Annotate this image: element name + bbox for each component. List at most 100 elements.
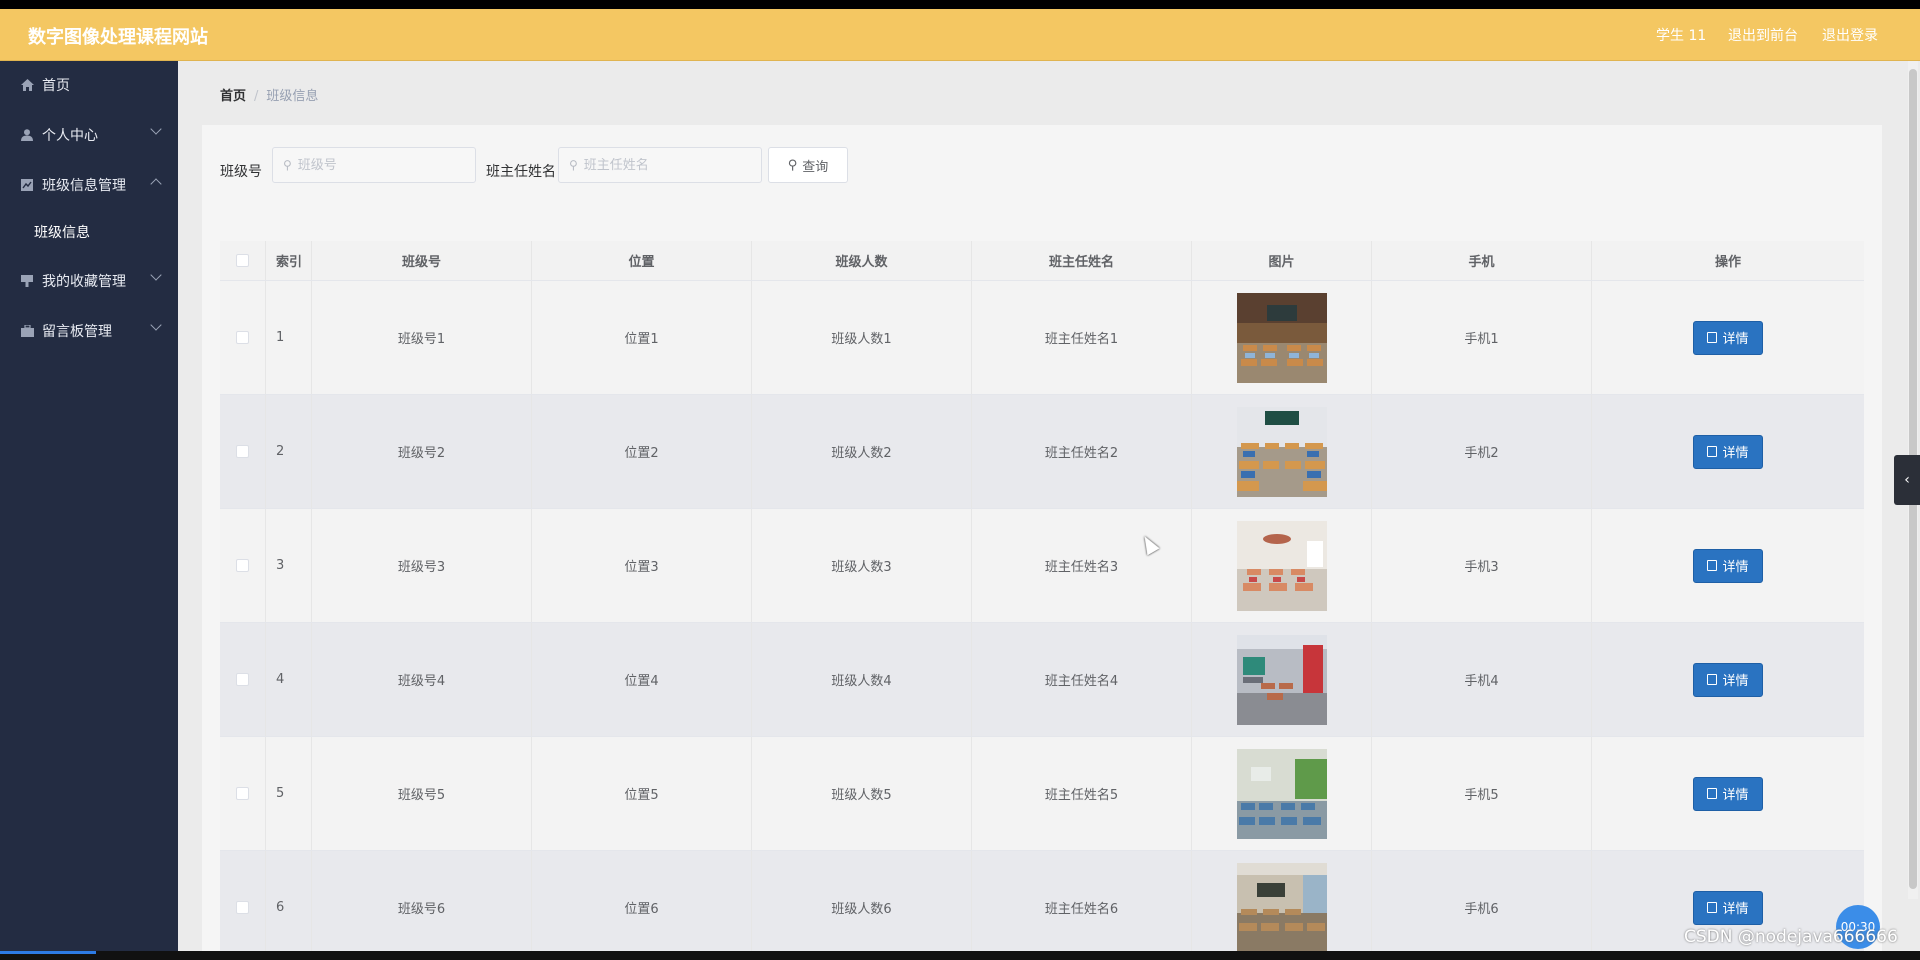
row-index: 5 xyxy=(266,737,312,850)
row-select-cell xyxy=(220,281,266,394)
site-title: 数字图像处理课程网站 xyxy=(28,27,208,48)
row-checkbox[interactable] xyxy=(236,787,249,800)
breadcrumb-home[interactable]: 首页 xyxy=(220,89,246,104)
row-teacher-name: 班主任姓名1 xyxy=(972,281,1192,394)
row-location: 位置2 xyxy=(532,395,752,508)
detail-button[interactable]: 详情 xyxy=(1693,776,1763,811)
row-class-no: 班级号5 xyxy=(312,737,532,850)
video-progress-bar xyxy=(0,951,1920,960)
table-row: 4 班级号4 位置4 班级人数4 班主任姓名4 手机4 详情 xyxy=(220,623,1864,737)
table-row: 1 班级号1 位置1 班级人数1 班主任姓名1 手机1 详情 xyxy=(220,281,1864,395)
row-class-no: 班级号1 xyxy=(312,281,532,394)
header-actions: 操作 xyxy=(1714,255,1741,270)
sidebar-item-message-board[interactable]: 留言板管理 xyxy=(0,307,178,355)
sidebar-subitem-class-info[interactable]: 班级信息 xyxy=(0,210,178,254)
class-no-search-box[interactable]: ⚲ xyxy=(272,147,476,183)
collapse-panel-tab[interactable]: ‹ xyxy=(1894,455,1920,505)
header-select-all[interactable] xyxy=(220,241,266,280)
teacher-name-label: 班主任姓名 xyxy=(486,164,556,180)
current-user-label: 学生 11 xyxy=(1656,28,1707,44)
class-no-input[interactable] xyxy=(297,157,458,173)
row-phone: 手机5 xyxy=(1372,737,1592,850)
row-class-size: 班级人数4 xyxy=(752,623,972,736)
row-image-cell xyxy=(1192,509,1372,622)
row-image-cell xyxy=(1192,851,1372,951)
row-select-cell xyxy=(220,395,266,508)
search-icon: ⚲ xyxy=(283,158,292,172)
table-row: 5 班级号5 位置5 班级人数5 班主任姓名5 手机5 详情 xyxy=(220,737,1864,851)
classroom-photo[interactable] xyxy=(1236,520,1327,611)
select-all-checkbox[interactable] xyxy=(236,254,249,267)
classroom-photo[interactable] xyxy=(1236,292,1327,383)
detail-button[interactable]: 详情 xyxy=(1693,890,1763,925)
detail-button-label: 详情 xyxy=(1722,446,1749,461)
document-icon xyxy=(1707,788,1718,799)
table-row: 6 班级号6 位置6 班级人数6 班主任姓名6 手机6 详情 xyxy=(220,851,1864,951)
row-actions: 详情 xyxy=(1592,509,1864,622)
row-teacher-name: 班主任姓名6 xyxy=(972,851,1192,951)
classroom-photo[interactable] xyxy=(1236,634,1327,725)
detail-button[interactable]: 详情 xyxy=(1693,548,1763,583)
video-progress-fill xyxy=(0,951,96,954)
row-select-cell xyxy=(220,851,266,951)
breadcrumb: 首页 / 班级信息 xyxy=(220,85,318,104)
detail-button-label: 详情 xyxy=(1722,560,1749,575)
row-checkbox[interactable] xyxy=(236,331,249,344)
row-checkbox[interactable] xyxy=(236,901,249,914)
row-class-size: 班级人数5 xyxy=(752,737,972,850)
row-select-cell xyxy=(220,509,266,622)
sidebar-item-class-management[interactable]: 班级信息管理 xyxy=(0,161,178,209)
row-checkbox[interactable] xyxy=(236,445,249,458)
detail-button-label: 详情 xyxy=(1722,902,1749,917)
header-index: 索引 xyxy=(266,241,312,280)
header-class-no: 班级号 xyxy=(312,241,532,280)
sidebar-item-label: 个人中心 xyxy=(42,128,98,144)
row-image-cell xyxy=(1192,623,1372,736)
row-checkbox[interactable] xyxy=(236,673,249,686)
detail-button[interactable]: 详情 xyxy=(1693,662,1763,697)
row-class-no: 班级号2 xyxy=(312,395,532,508)
sidebar-item-favorites-management[interactable]: 我的收藏管理 xyxy=(0,257,178,305)
teacher-name-input[interactable] xyxy=(583,157,744,173)
browser-viewport: 数字图像处理课程网站 学生 11 退出到前台 退出登录 首页 个人中心 班级信息… xyxy=(0,9,1920,951)
search-icon: ⚲ xyxy=(569,158,578,172)
classroom-photo[interactable] xyxy=(1236,862,1327,951)
query-button[interactable]: ⚲ 查询 xyxy=(768,147,848,183)
detail-button[interactable]: 详情 xyxy=(1693,434,1763,469)
home-icon xyxy=(20,78,34,92)
sidebar-item-home[interactable]: 首页 xyxy=(0,61,178,109)
document-icon xyxy=(1707,446,1718,457)
sidebar-item-personal-center[interactable]: 个人中心 xyxy=(0,111,178,159)
logout-link[interactable]: 退出登录 xyxy=(1822,25,1878,45)
row-index: 2 xyxy=(266,395,312,508)
detail-button-label: 详情 xyxy=(1722,674,1749,689)
sidebar-item-label: 首页 xyxy=(42,78,70,94)
row-location: 位置6 xyxy=(532,851,752,951)
table-header-row: 索引 班级号 位置 班级人数 班主任姓名 图片 手机 操作 xyxy=(220,241,1864,281)
classroom-photo[interactable] xyxy=(1236,406,1327,497)
classroom-photo[interactable] xyxy=(1236,748,1327,839)
sidebar-item-label: 留言板管理 xyxy=(42,324,112,340)
sidebar-item-label: 我的收藏管理 xyxy=(42,274,126,290)
row-index: 1 xyxy=(266,281,312,394)
chevron-down-icon xyxy=(150,269,162,281)
exit-to-front-link[interactable]: 退出到前台 xyxy=(1728,25,1798,45)
row-location: 位置5 xyxy=(532,737,752,850)
row-phone: 手机6 xyxy=(1372,851,1592,951)
sidebar-item-label: 班级信息管理 xyxy=(42,178,126,194)
row-image-cell xyxy=(1192,395,1372,508)
row-class-size: 班级人数2 xyxy=(752,395,972,508)
document-icon xyxy=(1707,902,1718,913)
chevron-down-icon xyxy=(150,123,162,135)
teacher-name-search-box[interactable]: ⚲ xyxy=(558,147,762,183)
detail-button[interactable]: 详情 xyxy=(1693,320,1763,355)
row-class-size: 班级人数1 xyxy=(752,281,972,394)
content-panel: 班级号 ⚲ 班主任姓名 ⚲ ⚲ 查询 索引 班级号 位置 班级人数 xyxy=(202,125,1882,951)
query-button-label: 查询 xyxy=(802,159,829,175)
csdn-watermark: CSDN @nodejava666666 xyxy=(1684,927,1898,947)
row-select-cell xyxy=(220,623,266,736)
header-phone: 手机 xyxy=(1372,241,1592,280)
row-checkbox[interactable] xyxy=(236,559,249,572)
document-icon xyxy=(1707,560,1718,571)
sidebar: 首页 个人中心 班级信息管理 班级信息 我的收藏管理 留言板管理 xyxy=(0,61,178,951)
